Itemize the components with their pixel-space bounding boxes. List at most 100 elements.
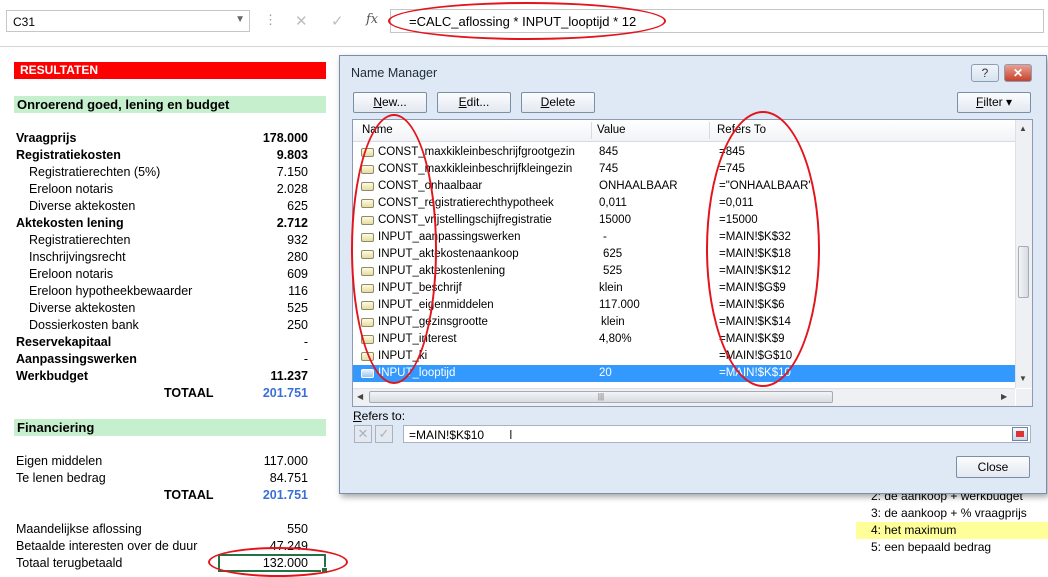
new-button[interactable]: New... xyxy=(353,92,427,113)
row-value: 2.028 xyxy=(276,182,308,196)
more-options-icon[interactable]: ⋮ xyxy=(264,12,277,28)
named-range-icon xyxy=(361,369,374,378)
table-row[interactable]: Reservekapitaal - xyxy=(16,334,310,351)
name-row[interactable]: INPUT_aanpassingswerken - =MAIN!$K$32 xyxy=(353,229,1015,246)
name-box[interactable]: C31 ▼ xyxy=(6,10,250,32)
cancel-icon[interactable]: ✕ xyxy=(295,12,308,30)
name-cell: INPUT_aktekostenaankoop xyxy=(378,248,519,260)
name-row[interactable]: INPUT_ki =MAIN!$G$10 xyxy=(353,348,1015,365)
column-divider[interactable] xyxy=(591,122,592,139)
delete-button[interactable]: Delete xyxy=(521,92,595,113)
name-row[interactable]: INPUT_gezinsgrootte klein =MAIN!$K$14 xyxy=(353,314,1015,331)
section-header-financing: Financiering xyxy=(14,419,326,436)
table-row[interactable]: Vraagprijs 178.000 xyxy=(16,130,310,147)
row-label: Ereloon notaris xyxy=(29,182,114,196)
table-row[interactable]: Ereloon notaris 2.028 xyxy=(16,181,310,198)
commit-edit-icon[interactable]: ✓ xyxy=(375,425,393,443)
named-range-icon xyxy=(361,199,374,208)
row-value: 9.803 xyxy=(276,148,308,162)
fill-handle[interactable] xyxy=(321,567,328,574)
refers-to-cell: =MAIN!$K$14 xyxy=(719,316,791,328)
table-row[interactable]: Te lenen bedrag 84.751 xyxy=(16,470,310,487)
cancel-edit-icon[interactable]: ✕ xyxy=(354,425,372,443)
section-header-property: Onroerend goed, lening en budget xyxy=(14,96,326,113)
table-row[interactable]: Ereloon notaris 609 xyxy=(16,266,310,283)
name-row[interactable]: CONST_registratierechthypotheek 0,011 =0,0… xyxy=(353,195,1015,212)
name-cell: CONST_maxkikleinbeschrijfkleingezin xyxy=(378,163,573,175)
scroll-down-icon[interactable]: ▼ xyxy=(1019,374,1027,383)
collapse-dialog-icon[interactable] xyxy=(1012,427,1028,441)
horizontal-scrollbar[interactable]: ◀ ||| ▶ xyxy=(353,388,1015,406)
selected-cell-C31[interactable] xyxy=(218,554,328,574)
delete-button-label: elete xyxy=(549,95,576,109)
row-value: 2.712 xyxy=(276,216,308,230)
name-row[interactable]: INPUT_aktekostenaankoop 625 =MAIN!$K$18 xyxy=(353,246,1015,263)
table-row[interactable]: Registratiekosten 9.803 xyxy=(16,147,310,164)
name-row[interactable]: CONST_maxkikleinbeschrijfkleingezin 745 =7… xyxy=(353,161,1015,178)
chevron-down-icon[interactable]: ▼ xyxy=(235,14,245,25)
edit-button-label: dit... xyxy=(466,95,490,109)
filter-button[interactable]: Filter ▾ xyxy=(957,92,1031,113)
name-cell: INPUT_aanpassingswerken xyxy=(378,231,521,243)
scroll-thumb[interactable]: ||| xyxy=(369,391,833,403)
help-button[interactable]: ? xyxy=(971,64,999,82)
list-item: 3: de aankoop + % vraagprijs xyxy=(871,506,1027,520)
value-cell: 117.000 xyxy=(599,299,640,311)
table-row[interactable]: Maandelijkse aflossing 550 xyxy=(16,521,310,538)
formula-input[interactable]: =CALC_aflossing * INPUT_looptijd * 12 xyxy=(390,9,1044,33)
insert-function-icon[interactable]: fx xyxy=(366,12,378,27)
total-value: 201.751 xyxy=(262,488,308,502)
table-row[interactable]: Inschrijvingsrecht 280 xyxy=(16,249,310,266)
total-row[interactable]: TOTAAL 201.751 xyxy=(16,385,310,402)
table-row[interactable]: Registratierechten 932 xyxy=(16,232,310,249)
table-row[interactable]: Eigen middelen 117.000 xyxy=(16,453,310,470)
name-manager-dialog: Name Manager ? ✕ New... Edit... Delete F… xyxy=(339,55,1047,494)
table-row[interactable]: Diverse aktekosten 525 xyxy=(16,300,310,317)
row-value: 625 xyxy=(287,199,308,213)
table-row[interactable]: Ereloon hypotheekbewaarder 116 xyxy=(16,283,310,300)
name-row[interactable]: CONST_onhaalbaar ONHAALBAAR ="ONHAALBAAR" xyxy=(353,178,1015,195)
row-value: 11.237 xyxy=(270,369,308,383)
row-value: - xyxy=(303,352,308,366)
name-row[interactable]: INPUT_interest 4,80% =MAIN!$K$9 xyxy=(353,331,1015,348)
names-list[interactable]: Name Value Refers To CONST_maxkikleinbes… xyxy=(352,119,1033,407)
total-row[interactable]: TOTAAL 201.751 xyxy=(16,487,310,504)
row-value: 550 xyxy=(287,522,308,536)
table-row[interactable]: Registratierechten (5%) 7.150 xyxy=(16,164,310,181)
name-row-selected[interactable]: INPUT_looptijd 20 =MAIN!$K$10 xyxy=(353,365,1015,382)
name-cell: INPUT_aktekostenlening xyxy=(378,265,506,277)
name-row[interactable]: CONST_vrijstellingschijfregistratie 15000… xyxy=(353,212,1015,229)
scroll-up-icon[interactable]: ▲ xyxy=(1019,124,1027,133)
column-header-value[interactable]: Value xyxy=(597,124,626,136)
column-header-refers-to[interactable]: Refers To xyxy=(717,124,766,136)
named-range-icon xyxy=(361,318,374,327)
name-row[interactable]: INPUT_eigenmiddelen 117.000 =MAIN!$K$6 xyxy=(353,297,1015,314)
name-row[interactable]: CONST_maxkikleinbeschrijfgrootgezin 845 =8… xyxy=(353,144,1015,161)
edit-button[interactable]: Edit... xyxy=(437,92,511,113)
table-row[interactable]: Werkbudget 11.237 xyxy=(16,368,310,385)
table-row[interactable]: Diverse aktekosten 625 xyxy=(16,198,310,215)
name-row[interactable]: INPUT_aktekostenlening 525 =MAIN!$K$12 xyxy=(353,263,1015,280)
name-cell: CONST_maxkikleinbeschrijfgrootgezin xyxy=(378,146,575,158)
refers-to-mnemonic: R xyxy=(353,409,362,423)
table-row[interactable]: Dossierkosten bank 250 xyxy=(16,317,310,334)
vertical-scrollbar[interactable]: ▲ ▼ xyxy=(1015,120,1032,388)
table-row[interactable]: Aanpassingswerken - xyxy=(16,351,310,368)
name-row[interactable]: INPUT_beschrijf klein =MAIN!$G$9 xyxy=(353,280,1015,297)
scroll-right-icon[interactable]: ▶ xyxy=(1001,392,1007,401)
close-icon[interactable]: ✕ xyxy=(1004,64,1032,82)
scroll-left-icon[interactable]: ◀ xyxy=(357,392,363,401)
column-header-name[interactable]: Name xyxy=(362,124,393,136)
text-cursor-icon: I xyxy=(509,427,513,442)
scroll-thumb[interactable] xyxy=(1018,246,1029,298)
enter-icon[interactable]: ✓ xyxy=(331,12,344,30)
column-divider[interactable] xyxy=(709,122,710,139)
row-value: 525 xyxy=(287,301,308,315)
table-row[interactable]: Aktekosten lening 2.712 xyxy=(16,215,310,232)
new-button-mnemonic: N xyxy=(373,95,382,109)
table-row[interactable]: Betaalde interesten over de duur 47.249 xyxy=(16,538,310,555)
close-button[interactable]: Close xyxy=(956,456,1030,478)
total-label: TOTAAL xyxy=(164,488,214,502)
value-cell: 525 xyxy=(603,265,623,277)
refers-to-input[interactable]: =MAIN!$K$10 I xyxy=(403,425,1031,443)
